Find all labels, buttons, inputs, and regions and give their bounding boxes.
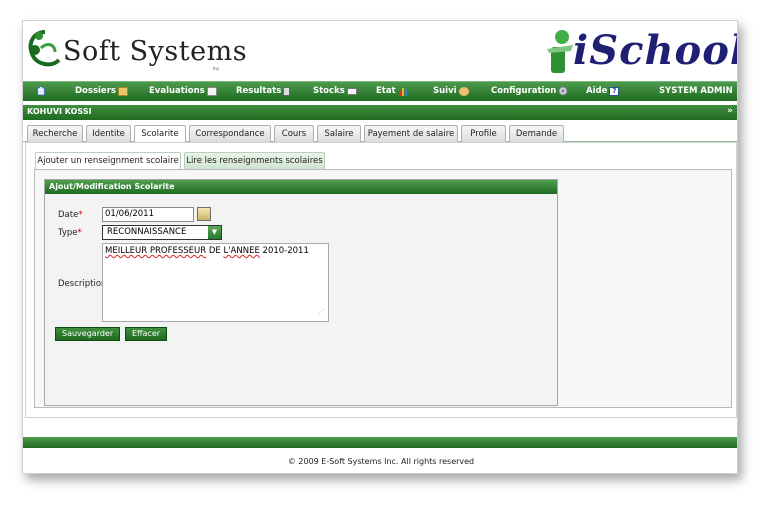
report-icon bbox=[283, 86, 291, 96]
type-label: Type* bbox=[58, 228, 82, 238]
subtab-ajouter[interactable]: Ajouter un renseignment scolaire bbox=[35, 152, 181, 169]
help-icon: ? bbox=[609, 86, 620, 96]
menu-label: Etat bbox=[376, 86, 396, 96]
menu-label: Resultats bbox=[236, 86, 282, 96]
header: Soft Systems Inc. iSchool bbox=[23, 21, 738, 81]
description-label: Description bbox=[58, 279, 107, 289]
tab-scolarite[interactable]: Scolarite bbox=[134, 125, 186, 143]
app-window: Soft Systems Inc. iSchool Dossiers Evalu… bbox=[22, 20, 738, 474]
gear-icon bbox=[558, 86, 568, 96]
menu-dossiers[interactable]: Dossiers bbox=[75, 86, 128, 96]
menu-suivi[interactable]: Suivi bbox=[433, 86, 469, 96]
tab-bar: Recherche Identite Scolarite Corresponda… bbox=[23, 123, 737, 143]
desc-text-d: 2010-2011 bbox=[259, 246, 309, 256]
tab-profile[interactable]: Profile bbox=[461, 125, 506, 142]
menu-configuration[interactable]: Configuration bbox=[491, 86, 568, 96]
home-button[interactable] bbox=[35, 85, 47, 96]
type-select[interactable]: RECONNAISSANCE ▼ bbox=[102, 225, 222, 240]
desc-text-b: DE bbox=[206, 246, 224, 256]
main-menu: Dossiers Evaluations Resultats Stocks Et… bbox=[23, 81, 737, 101]
required-mark: * bbox=[77, 228, 82, 238]
home-icon bbox=[35, 85, 47, 96]
esoft-swirl-icon bbox=[28, 30, 61, 67]
ischool-logo: iSchool bbox=[539, 23, 738, 79]
tab-correspondance[interactable]: Correspondance bbox=[189, 125, 271, 142]
menu-stocks[interactable]: Stocks bbox=[313, 86, 357, 96]
tab-payement-de-salaire[interactable]: Payement de salaire bbox=[364, 125, 458, 142]
tab-content: Ajouter un renseignment scolaire Lire le… bbox=[25, 142, 737, 418]
bar-chart-icon bbox=[398, 87, 407, 96]
scolarite-form: Ajout/Modification Scolarite Date* 01/06… bbox=[44, 179, 558, 406]
date-label: Date* bbox=[58, 210, 83, 220]
menu-etat[interactable]: Etat bbox=[376, 86, 408, 96]
menu-resultats[interactable]: Resultats bbox=[236, 86, 291, 96]
subtab-lire[interactable]: Lire les renseignments scolaires bbox=[184, 152, 325, 169]
logo-left-text: Soft Systems bbox=[63, 36, 248, 67]
tab-salaire[interactable]: Salaire bbox=[317, 125, 361, 142]
expand-icon[interactable]: » bbox=[727, 106, 733, 116]
date-label-text: Date bbox=[58, 210, 79, 220]
menu-label: Configuration bbox=[491, 86, 557, 96]
desc-text-c: L'ANNEE bbox=[223, 246, 260, 256]
menu-label: Stocks bbox=[313, 86, 345, 96]
tab-recherche[interactable]: Recherche bbox=[27, 125, 83, 142]
student-name-bar: KOHUVI KOSSI » bbox=[23, 105, 737, 120]
menu-label: Dossiers bbox=[75, 86, 116, 96]
clear-button[interactable]: Effacer bbox=[125, 327, 168, 341]
logo-right-text: iSchool bbox=[573, 27, 738, 74]
chevron-down-icon: ▼ bbox=[208, 226, 221, 239]
menu-aide[interactable]: Aide ? bbox=[586, 86, 620, 96]
esoft-logo: Soft Systems Inc. bbox=[25, 24, 247, 74]
description-textarea[interactable]: MEILLEUR PROFESSEUR DE L'ANNEE 2010-2011… bbox=[102, 243, 329, 322]
people-icon bbox=[458, 86, 469, 96]
date-input[interactable]: 01/06/2011 bbox=[102, 207, 194, 222]
menu-label: Suivi bbox=[433, 86, 457, 96]
menu-evaluations[interactable]: Evaluations bbox=[149, 86, 217, 96]
menu-label: Evaluations bbox=[149, 86, 205, 96]
user-name: SYSTEM ADMIN bbox=[659, 86, 733, 96]
desc-text-a: MEILLEUR PROFESSEUR bbox=[105, 246, 207, 256]
tab-demande[interactable]: Demande bbox=[509, 125, 564, 142]
type-selected-value: RECONNAISSANCE bbox=[107, 227, 187, 237]
user-menu[interactable]: SYSTEM ADMIN bbox=[659, 86, 733, 96]
save-button[interactable]: Sauvegarder bbox=[55, 327, 121, 341]
menu-label: Aide bbox=[586, 86, 608, 96]
footer-bar bbox=[23, 437, 737, 448]
pencil-icon bbox=[206, 86, 217, 96]
subtab-panel: Ajout/Modification Scolarite Date* 01/06… bbox=[34, 169, 732, 408]
form-title: Ajout/Modification Scolarite bbox=[45, 180, 557, 194]
tab-identite[interactable]: Identite bbox=[86, 125, 131, 142]
folder-icon bbox=[117, 86, 128, 96]
resize-grip-icon[interactable]: ⋰ bbox=[318, 307, 325, 318]
logo-left-inc: Inc. bbox=[213, 66, 221, 71]
required-mark: * bbox=[78, 210, 83, 220]
calendar-icon[interactable] bbox=[197, 207, 211, 221]
type-label-text: Type bbox=[58, 228, 78, 238]
student-name: KOHUVI KOSSI bbox=[27, 107, 92, 116]
envelope-icon bbox=[346, 87, 357, 95]
copyright-text: © 2009 E-Soft Systems Inc. All rights re… bbox=[287, 457, 475, 466]
tab-cours[interactable]: Cours bbox=[274, 125, 314, 142]
